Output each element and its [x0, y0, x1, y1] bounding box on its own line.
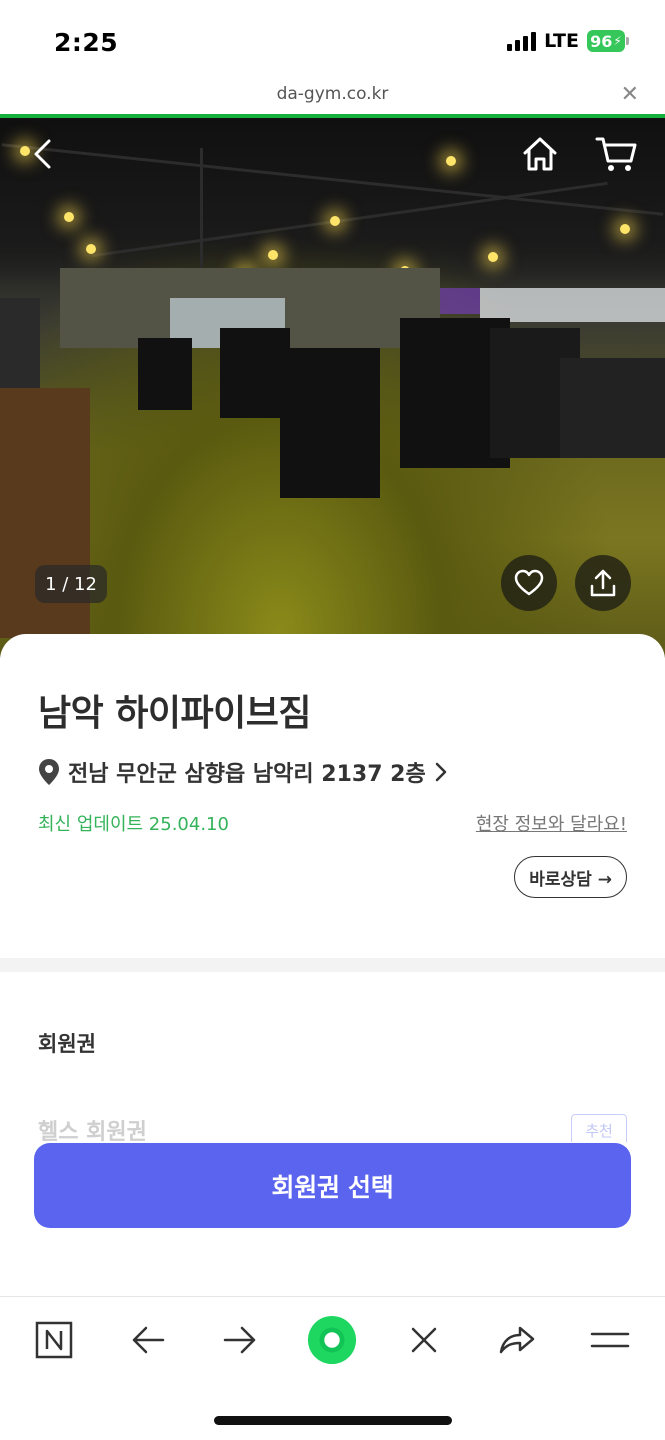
heart-icon[interactable]	[501, 555, 557, 611]
naver-icon[interactable]	[29, 1315, 79, 1365]
status-icons: LTE 96 ⚡	[507, 30, 629, 52]
url-text[interactable]: da-gym.co.kr	[0, 84, 665, 104]
back-icon[interactable]	[123, 1315, 173, 1365]
cart-icon[interactable]	[592, 132, 640, 176]
chevron-right-icon[interactable]	[434, 761, 448, 783]
share-icon[interactable]	[492, 1315, 542, 1365]
battery-icon: 96 ⚡	[587, 30, 629, 52]
address-text[interactable]: 전남 무안군 삼향읍 남악리 2137 2층	[68, 756, 426, 788]
back-arrow-icon[interactable]	[24, 136, 60, 172]
gym-name: 남악 하이파이브짐	[38, 693, 312, 734]
status-time: 2:25	[54, 28, 119, 57]
signal-icon	[507, 31, 537, 51]
hero-image[interactable]: 1 / 12	[0, 118, 665, 658]
close-icon[interactable]	[399, 1315, 449, 1365]
membership-section-title: 회원권	[38, 1032, 96, 1056]
address-row[interactable]: 전남 무안군 삼향읍 남악리 2137 2층	[38, 756, 448, 788]
select-membership-label: 회원권 선택	[271, 1172, 394, 1202]
home-indicator	[214, 1416, 452, 1425]
update-date: 최신 업데이트 25.04.10	[38, 814, 229, 835]
share-icon[interactable]	[575, 555, 631, 611]
recommend-badge: 추천	[571, 1114, 627, 1142]
status-bar: 2:25 LTE 96 ⚡	[0, 0, 665, 80]
forward-icon[interactable]	[215, 1315, 265, 1365]
close-icon[interactable]: ✕	[621, 82, 639, 107]
membership-item[interactable]: 헬스 회원권 추천	[0, 1108, 665, 1142]
location-pin-icon	[39, 759, 59, 785]
network-label: LTE	[544, 30, 579, 52]
green-dot-icon[interactable]	[307, 1315, 357, 1365]
gym-info-card: 남악 하이파이브짐 전남 무안군 삼향읍 남악리 2137 2층 최신 업데이트…	[0, 634, 665, 960]
url-bar[interactable]: da-gym.co.kr ✕	[0, 80, 665, 114]
consult-label: 바로상담 →	[529, 869, 612, 890]
image-counter: 1 / 12	[35, 565, 107, 603]
select-membership-button[interactable]: 회원권 선택	[34, 1143, 631, 1228]
menu-icon[interactable]	[585, 1315, 635, 1365]
membership-item-label: 헬스 회원권	[38, 1120, 147, 1142]
report-info-link[interactable]: 현장 정보와 달라요!	[476, 810, 627, 836]
battery-level: 96	[590, 31, 613, 51]
home-icon[interactable]	[518, 132, 562, 176]
consult-button[interactable]: 바로상담 →	[514, 856, 627, 898]
section-divider	[0, 958, 665, 972]
